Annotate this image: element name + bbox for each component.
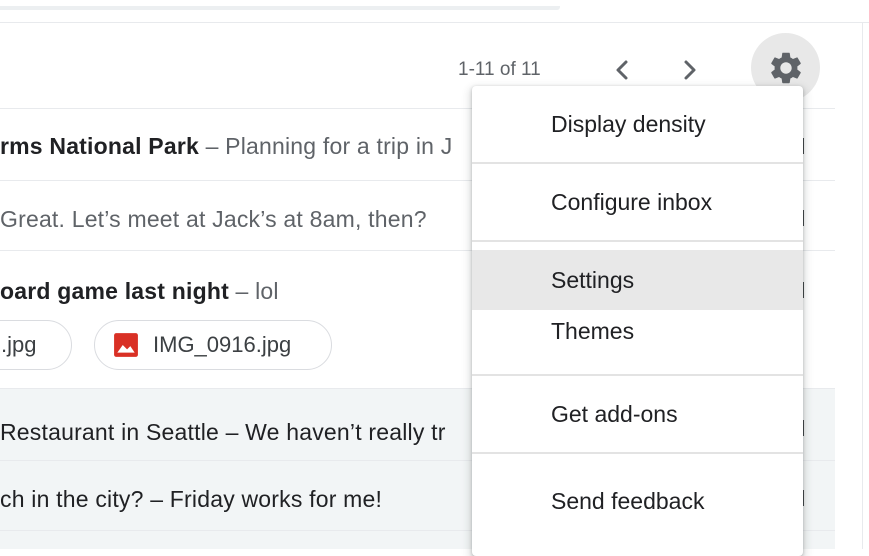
attachment-chip[interactable]: .jpg (0, 320, 72, 370)
email-separator: – (228, 278, 256, 304)
chevron-right-icon (684, 60, 696, 80)
side-panel-divider (862, 22, 863, 549)
header-divider (0, 22, 869, 23)
email-snippet: Restaurant in Seattle – We haven’t reall… (0, 419, 446, 445)
menu-divider (472, 240, 803, 242)
email-snippet: Planning for a trip in J (225, 133, 453, 159)
email-snippet: lol (255, 278, 279, 304)
menu-item-label: Configure inbox (551, 188, 713, 215)
gear-icon (770, 52, 801, 83)
email-separator: – (198, 133, 226, 159)
menu-item-label: Themes (551, 318, 635, 344)
image-icon (114, 333, 138, 357)
menu-item-configure-inbox[interactable]: Configure inbox (472, 164, 803, 240)
search-bar-edge (0, 6, 560, 10)
menu-item-get-add-ons[interactable]: Get add-ons (472, 376, 803, 452)
menu-item-label: Display density (551, 110, 706, 137)
pagination-count: 1-11 of 11 (458, 59, 541, 80)
email-subject: rms National Park (0, 133, 199, 159)
attachment-name: .jpg (1, 332, 37, 357)
chevron-left-icon (616, 60, 628, 80)
older-page-button[interactable] (672, 52, 708, 88)
attachment-name: IMG_0916.jpg (153, 332, 292, 357)
attachment-chip[interactable]: IMG_0916.jpg (94, 320, 332, 370)
menu-item-display-density[interactable]: Display density (472, 86, 803, 162)
menu-item-label: Settings (551, 266, 635, 293)
menu-item-settings[interactable]: Settings (472, 250, 803, 310)
email-snippet: Great. Let’s meet at Jack’s at 8am, then… (0, 206, 427, 232)
settings-menu: Display density Configure inbox Settings… (472, 86, 803, 556)
menu-item-themes[interactable]: Themes (472, 310, 803, 358)
menu-item-send-feedback[interactable]: Send feedback (472, 454, 803, 548)
menu-item-label: Send feedback (551, 487, 705, 514)
email-subject: oard game last night (0, 278, 229, 304)
menu-item-label: Get add-ons (551, 400, 678, 427)
email-snippet: ch in the city? – Friday works for me! (0, 486, 383, 512)
newer-page-button[interactable] (604, 52, 640, 88)
